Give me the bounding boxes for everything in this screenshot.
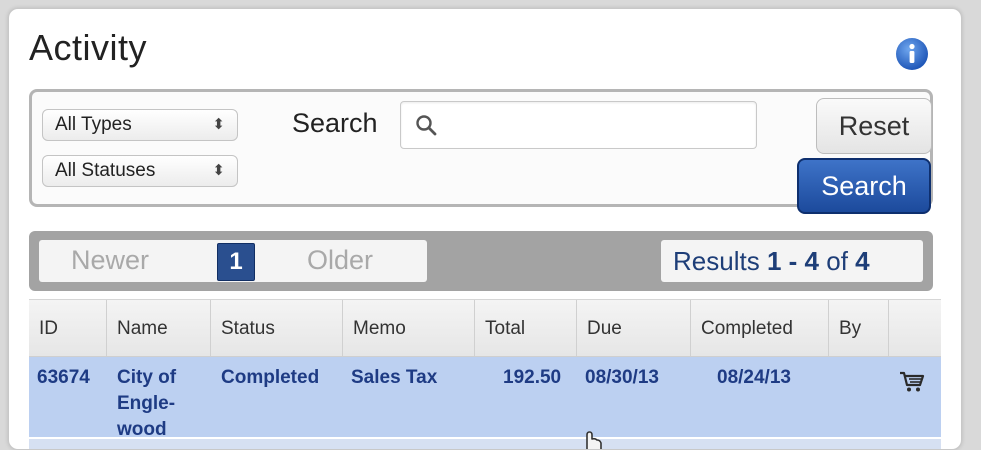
- results-count: Results 1 - 4 of 4: [661, 240, 923, 282]
- activity-table: ID Name Status Memo Total Due Completed …: [29, 299, 941, 449]
- older-button[interactable]: Older: [307, 245, 373, 276]
- pagination-bar: Newer 1 Older Results 1 - 4 of 4: [29, 231, 933, 291]
- column-header-completed[interactable]: Completed: [691, 300, 829, 356]
- search-input[interactable]: [445, 108, 749, 144]
- select-arrows-icon: ⬍: [212, 116, 225, 133]
- column-header-name[interactable]: Name: [107, 300, 211, 356]
- search-button[interactable]: Search: [797, 158, 931, 214]
- reset-button[interactable]: Reset: [816, 98, 932, 154]
- search-icon: [416, 115, 437, 136]
- search-label: Search: [292, 108, 378, 138]
- column-header-actions: [889, 300, 941, 356]
- status-select[interactable]: All Statuses ⬍: [42, 155, 238, 187]
- results-of: of: [826, 246, 848, 276]
- column-header-status[interactable]: Status: [211, 300, 343, 356]
- column-header-by[interactable]: By: [829, 300, 889, 356]
- cell-status: Completed: [221, 367, 320, 388]
- cell-name: City of Engle- wood: [117, 365, 176, 443]
- cell-name-line: Engle-: [117, 393, 176, 414]
- info-icon[interactable]: [895, 37, 929, 71]
- cell-memo: Sales Tax: [351, 367, 438, 388]
- search-field[interactable]: [400, 101, 757, 149]
- column-header-total[interactable]: Total: [475, 300, 577, 356]
- hand-pointer-icon: [586, 431, 602, 449]
- cell-name-line: City of: [117, 367, 177, 388]
- cell-id: 63674: [37, 367, 90, 388]
- results-start: 1: [766, 246, 782, 276]
- newer-button[interactable]: Newer: [71, 245, 149, 276]
- results-prefix: Results: [673, 246, 760, 276]
- cell-completed: 08/24/13: [717, 367, 791, 388]
- column-header-memo[interactable]: Memo: [343, 300, 475, 356]
- select-arrows-icon: ⬍: [212, 162, 225, 179]
- cell-due: 08/30/13: [585, 367, 659, 388]
- table-row[interactable]: 63674 City of Engle- wood Completed Sale…: [29, 357, 941, 440]
- results-end: 4: [804, 246, 820, 276]
- pager-controls: Newer 1 Older: [39, 240, 427, 282]
- column-header-due[interactable]: Due: [577, 300, 691, 356]
- type-select-value: All Types: [55, 114, 132, 135]
- table-header: ID Name Status Memo Total Due Completed …: [29, 299, 941, 357]
- cell-total: 192.50: [503, 367, 562, 388]
- column-header-id[interactable]: ID: [29, 300, 107, 356]
- page-title: Activity: [29, 27, 148, 68]
- page-1-button[interactable]: 1: [217, 243, 255, 281]
- activity-panel: Activity All Types ⬍ All Statuses ⬍ Sear…: [8, 8, 962, 450]
- status-select-value: All Statuses: [55, 160, 156, 181]
- filter-box: All Types ⬍ All Statuses ⬍ Search Reset …: [29, 89, 933, 214]
- type-select[interactable]: All Types ⬍: [42, 109, 238, 141]
- results-total: 4: [855, 246, 870, 276]
- results-dash: -: [788, 246, 798, 276]
- cart-icon[interactable]: [899, 371, 925, 393]
